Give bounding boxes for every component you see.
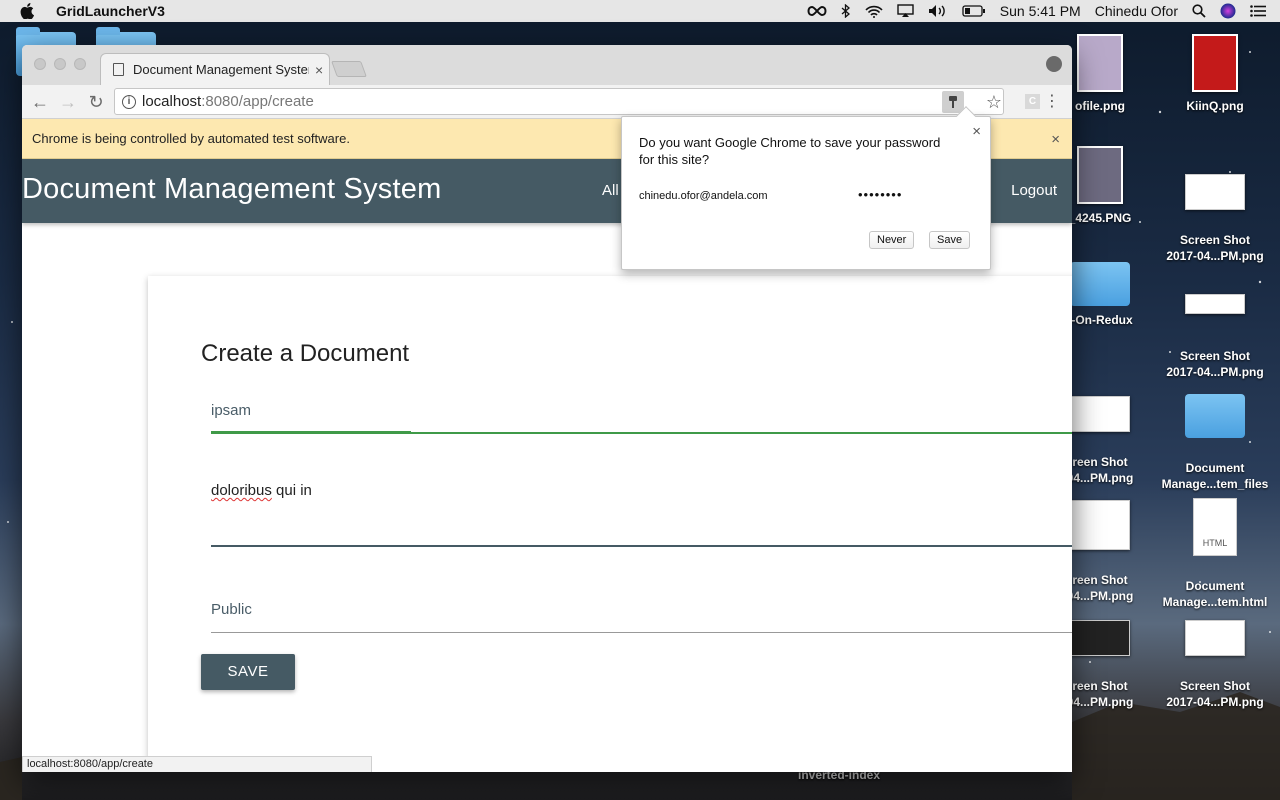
apple-menu-icon[interactable] — [20, 3, 34, 19]
desktop-item-label: Screen Shot 2017-04...PM.png — [1166, 679, 1264, 709]
html-badge: HTML — [1202, 538, 1228, 548]
menu-extras: Sun 5:41 PM Chinedu Ofor — [807, 0, 1280, 22]
tab-close-icon[interactable]: × — [315, 62, 323, 78]
form-heading: Create a Document — [201, 340, 410, 367]
title-focus-underline — [211, 431, 411, 434]
folder-icon — [1185, 394, 1245, 438]
page-icon — [113, 63, 124, 76]
url-path: :8080/app/create — [201, 93, 314, 110]
spotlight-icon[interactable] — [1192, 4, 1206, 18]
extension-icon[interactable]: C — [1025, 94, 1040, 109]
chrome-menu-icon[interactable]: ⋮ — [1044, 92, 1060, 112]
macos-menu-bar: GridLauncherV3 Sun 5:41 PM Chinedu Ofor — [0, 0, 1280, 22]
infobar-close-icon[interactable]: × — [1051, 131, 1060, 148]
title-field[interactable]: ipsam — [211, 402, 1072, 436]
folder-icon — [1070, 262, 1130, 306]
siri-icon[interactable] — [1220, 3, 1236, 19]
desktop-folder-item[interactable]: Document Manage...tem_files — [1155, 378, 1275, 492]
screenshot-thumbnail — [1185, 174, 1245, 210]
desktop-item-label: reen Shot 04...PM.png — [1066, 573, 1134, 603]
active-app-name[interactable]: GridLauncherV3 — [56, 3, 165, 19]
forward-arrow-icon[interactable]: → — [58, 92, 78, 112]
content-textarea-value[interactable]: doloribus qui in — [211, 482, 1072, 499]
desktop-item-label: Screen Shot 2017-04...PM.png — [1166, 233, 1264, 263]
new-tab-button[interactable] — [331, 61, 367, 77]
minimize-window-icon[interactable] — [54, 58, 66, 70]
screenshot-thumbnail — [1070, 396, 1130, 432]
image-thumbnail — [1077, 34, 1123, 92]
wifi-icon[interactable] — [865, 5, 883, 18]
create-document-card: Create a Document ipsam doloribus qui in… — [148, 276, 1072, 772]
reload-icon[interactable]: ↻ — [86, 92, 106, 112]
desktop-file-screenshot[interactable]: Screen Shot 2017-04...PM.png — [1155, 604, 1275, 710]
airplay-icon[interactable] — [897, 4, 914, 18]
desktop-item-label: reen Shot 04...PM.png — [1066, 455, 1134, 485]
brand-title[interactable]: Document Management System — [22, 173, 441, 206]
nav-link-logout[interactable]: Logout — [1011, 182, 1057, 199]
access-underline — [211, 632, 1072, 633]
browser-toolbar: ← → ↻ i localhost:8080/app/create ☆ C ⋮ — [22, 85, 1072, 119]
desktop-file-screenshot[interactable]: Screen Shot 2017-04...PM.png — [1155, 278, 1275, 380]
saved-password-mask: •••••••• — [858, 187, 903, 202]
menubar-clock[interactable]: Sun 5:41 PM — [1000, 3, 1081, 19]
desktop-file-html[interactable]: HTML Document Manage...tem.html — [1155, 482, 1275, 610]
screenshot-thumbnail — [1185, 294, 1245, 314]
screenshot-thumbnail — [1070, 620, 1130, 656]
menubar-user-name[interactable]: Chinedu Ofor — [1095, 3, 1178, 19]
desktop-file-image[interactable]: KiinQ.png — [1155, 34, 1275, 114]
misspelled-word: doloribus — [211, 482, 272, 499]
never-button[interactable]: Never — [869, 231, 915, 249]
desktop-item-label: reen Shot 04...PM.png — [1066, 679, 1134, 709]
profile-icon[interactable] — [1046, 56, 1062, 72]
url-host: localhost — [142, 93, 202, 110]
access-selected-value[interactable]: Public — [211, 601, 1072, 618]
close-window-icon[interactable] — [34, 58, 46, 70]
screenshot-thumbnail — [1185, 620, 1245, 656]
save-password-question: Do you want Google Chrome to save your p… — [639, 135, 941, 167]
tab-document-management[interactable]: Document Management System × — [100, 53, 330, 85]
save-button[interactable]: SAVE — [201, 654, 295, 690]
desktop-item-label: ofile.png — [1075, 99, 1125, 113]
address-bar[interactable]: i localhost:8080/app/create — [114, 88, 1004, 115]
image-thumbnail — [1192, 34, 1238, 92]
tab-title: Document Management System — [133, 62, 309, 77]
desktop-item-label: Screen Shot 2017-04...PM.png — [1166, 349, 1264, 379]
desktop-file-screenshot[interactable]: Screen Shot 2017-04...PM.png — [1155, 158, 1275, 264]
volume-icon[interactable] — [928, 4, 948, 18]
save-password-button[interactable]: Save — [929, 231, 971, 249]
back-arrow-icon[interactable]: ← — [30, 92, 50, 112]
zoom-window-icon[interactable] — [74, 58, 86, 70]
bookmark-star-icon[interactable]: ☆ — [986, 91, 1002, 113]
infobar-message: Chrome is being controlled by automated … — [32, 131, 350, 146]
nav-link-all[interactable]: All — [602, 182, 619, 199]
content-field[interactable]: doloribus qui in — [211, 482, 1072, 547]
screenshot-thumbnail — [1070, 500, 1130, 550]
desktop-item-label: t-On-Redux — [1067, 313, 1133, 327]
battery-icon[interactable] — [962, 5, 986, 17]
access-select[interactable]: Public — [211, 601, 1072, 633]
image-thumbnail — [1077, 146, 1123, 204]
tab-strip: Document Management System × — [22, 45, 1072, 85]
content-underline — [211, 545, 1072, 547]
title-input-value[interactable]: ipsam — [211, 402, 1072, 419]
saved-username: chinedu.ofor@andela.com — [639, 190, 768, 202]
site-info-icon[interactable]: i — [122, 94, 136, 109]
save-password-bubble: × Do you want Google Chrome to save your… — [621, 106, 991, 270]
html-file-icon: HTML — [1193, 498, 1237, 556]
content-text: qui in — [271, 482, 312, 499]
infinity-icon[interactable] — [807, 5, 827, 17]
desktop-item-label: _4245.PNG — [1068, 211, 1132, 225]
status-bar-url: localhost:8080/app/create — [22, 756, 372, 772]
bluetooth-icon[interactable] — [841, 4, 851, 18]
notification-center-icon[interactable] — [1250, 5, 1266, 17]
desktop-item-label: KiinQ.png — [1186, 99, 1244, 113]
bubble-close-icon[interactable]: × — [972, 123, 981, 140]
